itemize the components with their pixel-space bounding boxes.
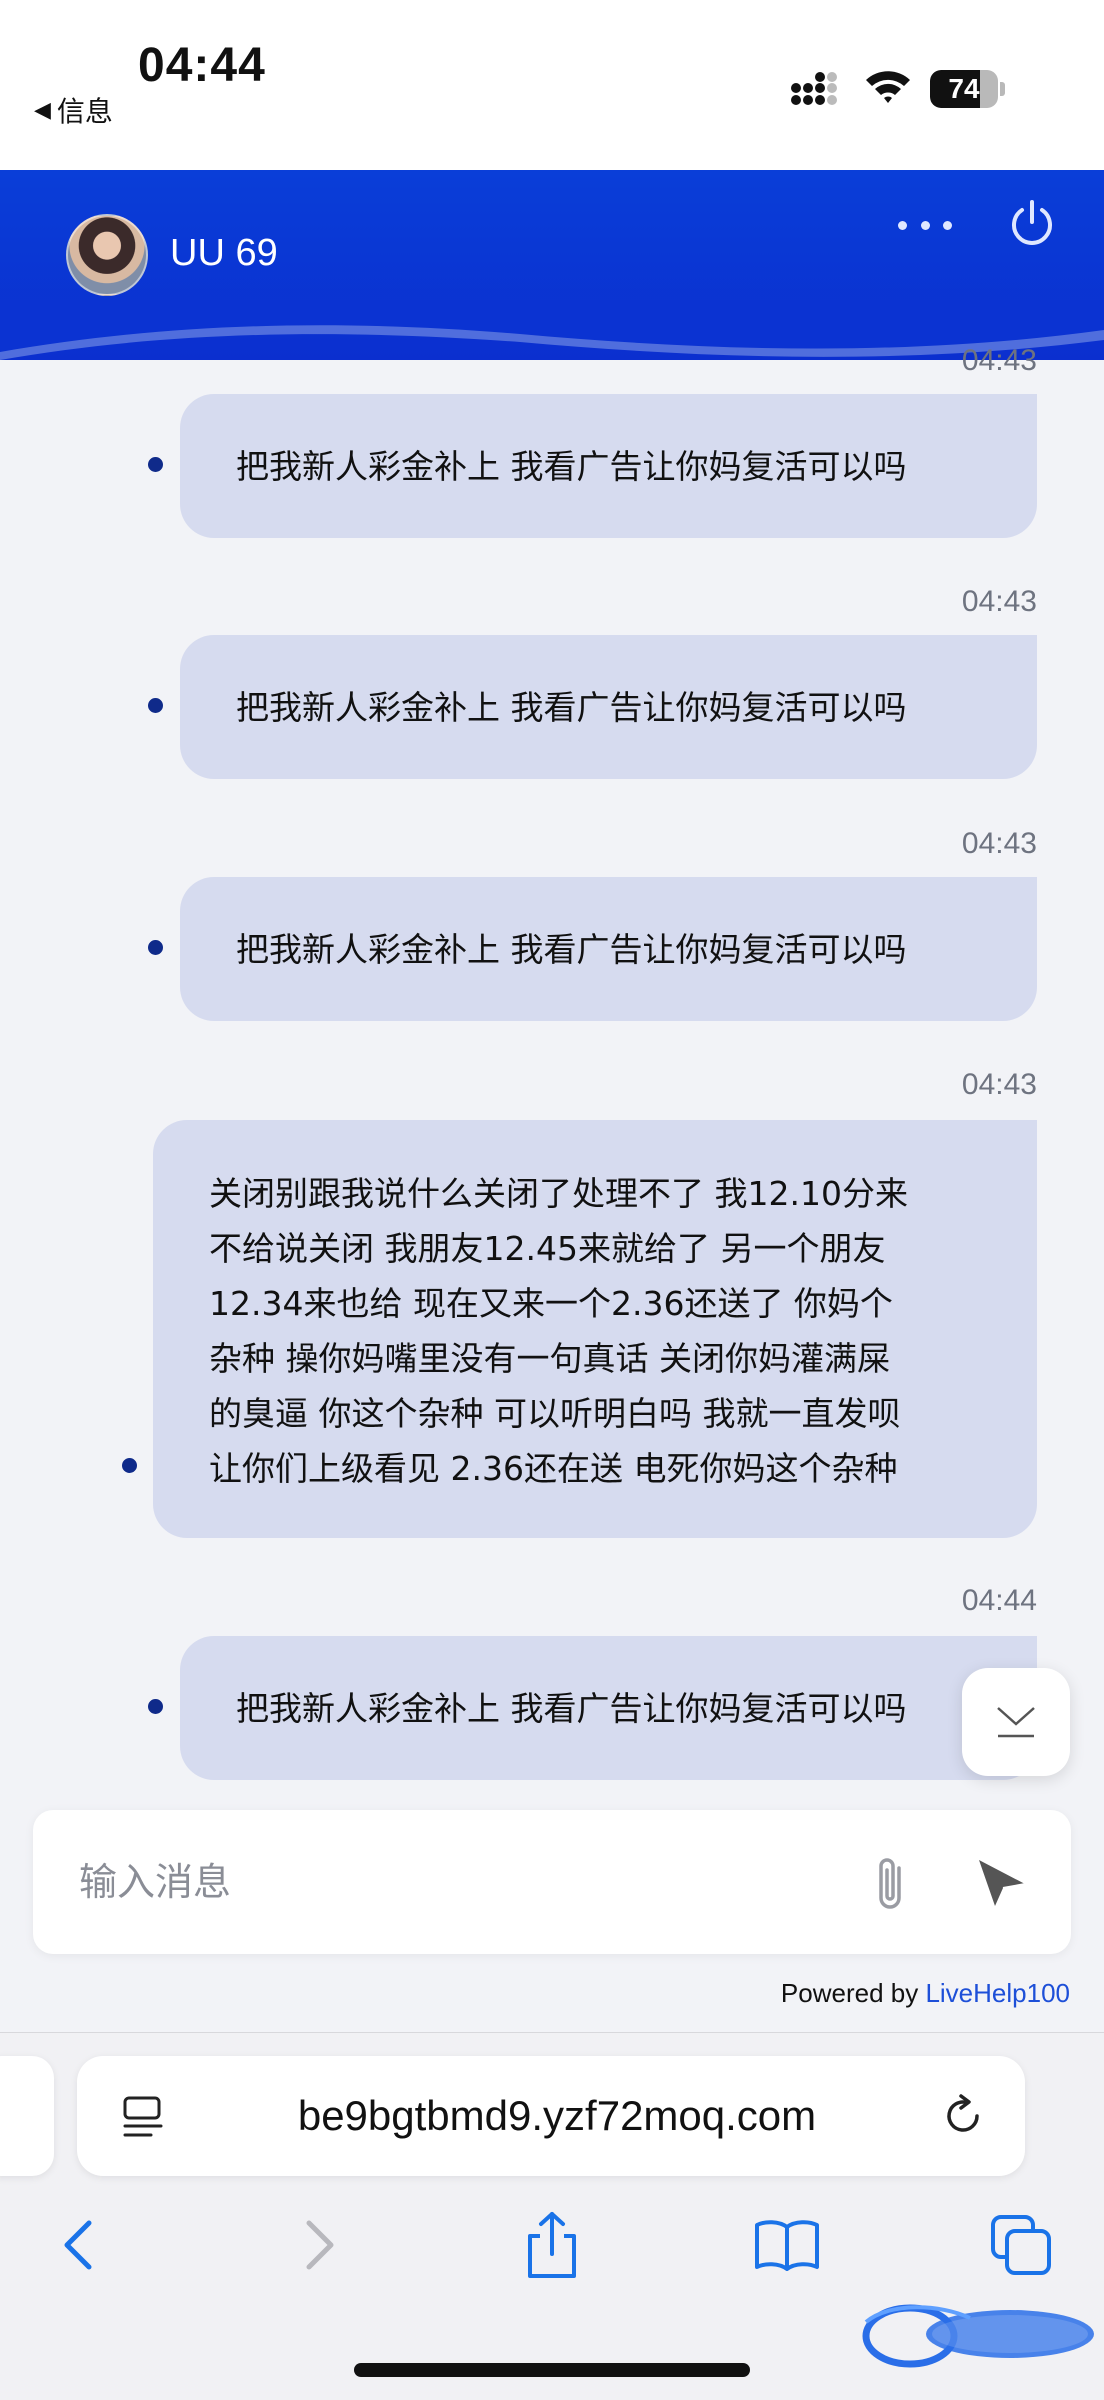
message-text-line: 杂种 操你妈嘴里没有一句真话 关闭你妈灌满屎 xyxy=(209,1339,890,1378)
tabs-icon xyxy=(991,2215,1051,2275)
browser-forward-button[interactable] xyxy=(284,2210,354,2280)
paperclip-icon[interactable] xyxy=(865,1852,917,1916)
message-text-line: 的臭逼 你这个杂种 可以听明白吗 我就一直发呗 xyxy=(209,1394,901,1433)
message-time: 04:44 xyxy=(961,1584,1037,1617)
chevron-left-icon xyxy=(64,2220,92,2270)
agent-name: UU 69 xyxy=(170,232,278,274)
share-button[interactable] xyxy=(517,2210,587,2280)
message-status-dot xyxy=(148,698,163,713)
reload-icon[interactable] xyxy=(939,2092,987,2140)
message-text: 把我新人彩金补上 我看广告让你妈复活可以吗 xyxy=(236,1688,907,1728)
message-text: 把我新人彩金补上 我看广告让你妈复活可以吗 xyxy=(236,446,907,486)
wifi-icon xyxy=(866,71,910,103)
address-bar[interactable]: be9bgtbmd9.yzf72moq.com xyxy=(77,2056,1025,2176)
share-icon xyxy=(528,2212,576,2278)
message-bubble[interactable]: 关闭别跟我说什么关闭了处理不了 我12.10分来 不给说关闭 我朋友12.45来… xyxy=(153,1120,1037,1538)
message-composer xyxy=(33,1810,1071,1954)
message-bubble[interactable]: 把我新人彩金补上 我看广告让你妈复活可以吗 xyxy=(180,635,1037,779)
browser-back-button[interactable] xyxy=(44,2210,114,2280)
power-icon[interactable] xyxy=(1006,198,1058,250)
powered-by-prefix: Powered by xyxy=(780,1978,926,2008)
battery-indicator: 74 xyxy=(930,70,1005,108)
message-bubble[interactable]: 把我新人彩金补上 我看广告让你妈复活可以吗 xyxy=(180,394,1037,538)
back-triangle-icon: ◀ xyxy=(34,97,51,123)
message-time: 04:43 xyxy=(961,585,1037,618)
status-time: 04:44 xyxy=(138,39,266,92)
chevron-down-icon xyxy=(997,1707,1035,1738)
status-bar: 04:44 ◀ 信息 74 xyxy=(0,0,1104,170)
message-time: 04:43 xyxy=(961,1068,1037,1101)
message-input[interactable] xyxy=(79,1850,839,1914)
message-text-line: 让你们上级看见 2.36还在送 电死你妈这个杂种 xyxy=(209,1449,898,1488)
send-icon[interactable] xyxy=(973,1854,1029,1910)
scroll-to-bottom-button[interactable] xyxy=(962,1668,1070,1776)
more-options-icon[interactable] xyxy=(898,210,952,240)
message-bubble[interactable]: 把我新人彩金补上 我看广告让你妈复活可以吗 xyxy=(180,877,1037,1021)
message-text: 把我新人彩金补上 我看广告让你妈复活可以吗 xyxy=(236,687,907,727)
message-text-line: 关闭别跟我说什么关闭了处理不了 我12.10分来 xyxy=(209,1174,908,1213)
book-icon xyxy=(755,2220,819,2271)
agent-avatar[interactable] xyxy=(66,214,148,296)
chevron-right-icon xyxy=(306,2220,334,2270)
cellular-signal-icon xyxy=(791,72,837,105)
message-text: 把我新人彩金补上 我看广告让你妈复活可以吗 xyxy=(236,929,907,969)
powered-by: Powered by LiveHelp100 xyxy=(781,1978,1070,2009)
message-time: 04:43 xyxy=(961,827,1037,860)
tabs-button[interactable] xyxy=(986,2210,1056,2280)
message-text-line: 不给说关闭 我朋友12.45来就给了 另一个朋友 xyxy=(209,1229,886,1268)
page-menu-icon[interactable] xyxy=(121,2094,165,2140)
message-status-dot xyxy=(122,1458,137,1473)
back-to-app-label: 信息 xyxy=(56,95,113,128)
battery-text: 74 xyxy=(948,73,980,104)
header-wave-decoration xyxy=(0,300,1104,360)
message-text-line: 12.34来也给 现在又来一个2.36还送了 你妈个 xyxy=(209,1284,893,1323)
previous-tab-preview[interactable] xyxy=(0,2056,54,2176)
message-status-dot xyxy=(148,457,163,472)
message-status-dot xyxy=(148,1699,163,1714)
message-time: 04:43 xyxy=(961,344,1037,377)
url-text: be9bgtbmd9.yzf72moq.com xyxy=(297,2092,817,2139)
home-indicator[interactable] xyxy=(354,2363,750,2377)
message-bubble[interactable]: 把我新人彩金补上 我看广告让你妈复活可以吗 xyxy=(180,1636,1037,1780)
back-to-app-button[interactable]: ◀ 信息 xyxy=(34,90,113,130)
livehelp-link[interactable]: LiveHelp100 xyxy=(925,1978,1070,2008)
message-status-dot xyxy=(148,940,163,955)
bookmarks-button[interactable] xyxy=(752,2210,822,2280)
watermark-logo xyxy=(860,2300,1096,2370)
